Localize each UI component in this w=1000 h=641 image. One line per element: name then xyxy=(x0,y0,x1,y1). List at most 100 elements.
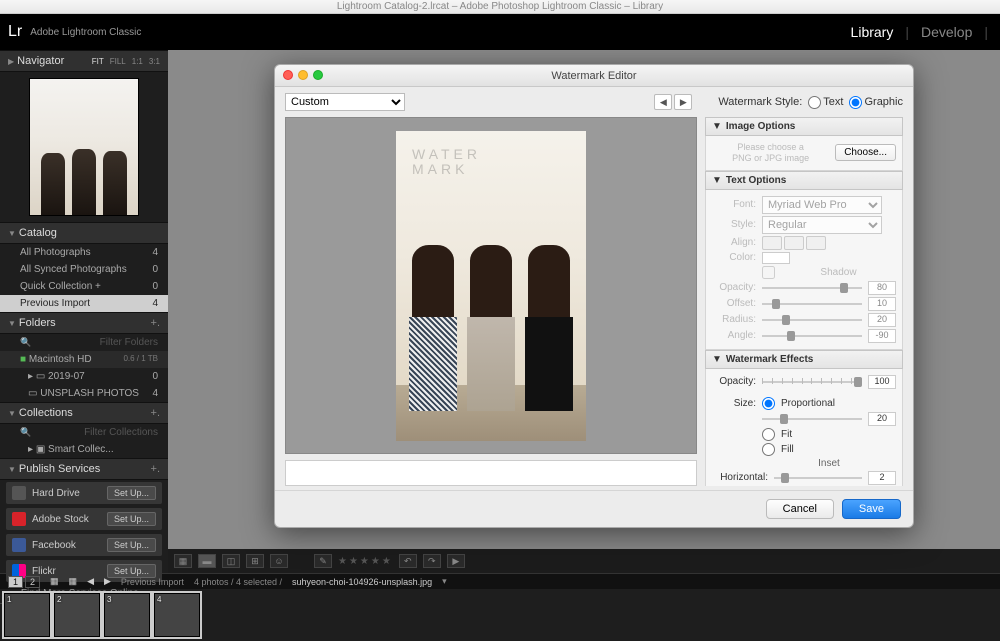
publish-header[interactable]: ▼Publish Services +. xyxy=(0,458,168,480)
shadow-checkbox xyxy=(762,266,775,279)
size-value[interactable]: 20 xyxy=(868,412,896,426)
watermark-preset-select[interactable]: Custom xyxy=(285,93,405,111)
preview-next-button[interactable]: ▶ xyxy=(674,94,692,110)
effects-opacity-slider[interactable] xyxy=(762,377,862,387)
people-view-icon[interactable]: ☺ xyxy=(270,554,288,568)
zoom-window-icon[interactable] xyxy=(313,70,323,80)
publish-setup-button[interactable]: Set Up... xyxy=(107,486,156,500)
dialog-title-bar[interactable]: Watermark Editor xyxy=(275,65,913,87)
close-window-icon[interactable] xyxy=(283,70,293,80)
app-logo-icon: Lr xyxy=(8,23,22,41)
catalog-header[interactable]: ▼Catalog xyxy=(0,222,168,244)
folder-count: 0 xyxy=(152,371,158,382)
zoom-3-1[interactable]: 3:1 xyxy=(149,57,160,66)
save-button[interactable]: Save xyxy=(842,499,901,519)
filmstrip-thumb[interactable]: 2 xyxy=(54,593,100,637)
align-center-icon xyxy=(784,236,804,250)
collection-item[interactable]: ▸ ▣ Smart Collec... xyxy=(0,441,168,458)
add-folder-icon[interactable]: +. xyxy=(151,317,160,329)
publish-setup-button[interactable]: Set Up... xyxy=(107,512,156,526)
disclosure-icon: ▼ xyxy=(712,175,722,186)
size-fill-radio[interactable] xyxy=(762,443,775,456)
style-graphic-radio[interactable]: Graphic xyxy=(849,96,903,109)
text-options-header[interactable]: ▼Text Options xyxy=(705,171,903,190)
minimize-window-icon[interactable] xyxy=(298,70,308,80)
folders-header[interactable]: ▼Folders +. xyxy=(0,312,168,334)
publish-setup-button[interactable]: Set Up... xyxy=(107,538,156,552)
rotate-cw-icon[interactable]: ↷ xyxy=(423,554,441,568)
choose-image-button[interactable]: Choose... xyxy=(835,144,896,161)
catalog-row[interactable]: All Photographs4 xyxy=(0,244,168,261)
navigator-header[interactable]: ▶Navigator FIT FILL 1:1 3:1 xyxy=(0,50,168,72)
adobe-stock-icon xyxy=(12,512,26,526)
style-select: Regular xyxy=(762,216,882,234)
loupe-view-icon[interactable]: ▬ xyxy=(198,554,216,568)
viewer-toolbar: ▦ ▬ ◫ ⊞ ☺ ✎ ★★★★★ ↶ ↷ ▶ xyxy=(168,549,1000,573)
folder-item[interactable]: ▭ UNSPLASH PHOTOS4 xyxy=(0,385,168,402)
add-collection-icon[interactable]: +. xyxy=(151,407,160,419)
zoom-1-1[interactable]: 1:1 xyxy=(132,57,143,66)
size-slider[interactable] xyxy=(762,414,862,424)
publish-service[interactable]: Adobe StockSet Up... xyxy=(6,508,162,530)
next-icon[interactable]: ▶ xyxy=(104,576,111,587)
filmstrip-thumb[interactable]: 1 xyxy=(4,593,50,637)
watermark-effects-title: Watermark Effects xyxy=(726,354,813,365)
compare-view-icon[interactable]: ◫ xyxy=(222,554,240,568)
prev-icon[interactable]: ◀ xyxy=(87,576,94,587)
grid-small-icon[interactable]: ▦ xyxy=(50,576,59,587)
image-options-title: Image Options xyxy=(726,121,795,132)
thumb-index: 4 xyxy=(157,595,161,604)
add-publish-icon[interactable]: +. xyxy=(151,463,160,475)
catalog-row-selected[interactable]: Previous Import4 xyxy=(0,295,168,312)
folders-filter[interactable]: 🔍 Filter Folders xyxy=(0,334,168,351)
hard-drive-icon xyxy=(12,486,26,500)
navigator-title: Navigator xyxy=(17,55,64,67)
filename: suhyeon-choi-104926-unsplash.jpg xyxy=(292,577,432,587)
shadow-label: Shadow xyxy=(781,267,896,278)
image-options-header[interactable]: ▼Image Options xyxy=(705,117,903,136)
watermark-effects-header[interactable]: ▼Watermark Effects xyxy=(705,350,903,369)
navigator-preview[interactable] xyxy=(29,78,139,216)
publish-title: Publish Services xyxy=(19,463,100,475)
volume-row[interactable]: ■ Macintosh HD0.6 / 1 TB xyxy=(0,351,168,368)
cancel-button[interactable]: Cancel xyxy=(766,499,834,519)
collections-filter[interactable]: 🔍 Filter Collections xyxy=(0,424,168,441)
monitor-2[interactable]: 2 xyxy=(25,576,40,588)
breadcrumb[interactable]: Previous Import xyxy=(121,577,184,587)
zoom-fit[interactable]: FIT xyxy=(92,57,104,66)
catalog-row-count: 4 xyxy=(152,247,158,258)
rotate-ccw-icon[interactable]: ↶ xyxy=(399,554,417,568)
publish-service[interactable]: FacebookSet Up... xyxy=(6,534,162,556)
catalog-row-count: 0 xyxy=(152,281,158,292)
preview-prev-button[interactable]: ◀ xyxy=(654,94,672,110)
effects-opacity-value[interactable]: 100 xyxy=(868,375,896,389)
inset-horizontal-value[interactable]: 2 xyxy=(868,471,896,485)
module-separator: | xyxy=(984,24,988,40)
shadow-angle-slider xyxy=(762,331,862,341)
size-label: Size: xyxy=(712,398,756,409)
monitor-1[interactable]: 1 xyxy=(8,576,23,588)
size-fit-radio[interactable] xyxy=(762,428,775,441)
collections-header[interactable]: ▼Collections +. xyxy=(0,402,168,424)
size-proportional-radio[interactable] xyxy=(762,397,775,410)
catalog-row[interactable]: All Synced Photographs0 xyxy=(0,261,168,278)
painter-icon[interactable]: ✎ xyxy=(314,554,332,568)
style-text-radio[interactable]: Text xyxy=(808,96,843,109)
slideshow-icon[interactable]: ▶ xyxy=(447,554,465,568)
grid-view-icon[interactable]: ▦ xyxy=(174,554,192,568)
filmstrip-thumb[interactable]: 4 xyxy=(154,593,200,637)
module-develop[interactable]: Develop xyxy=(921,24,972,40)
survey-view-icon[interactable]: ⊞ xyxy=(246,554,264,568)
inset-horizontal-slider[interactable] xyxy=(774,473,862,483)
folder-item[interactable]: ▸ ▭ 2019-070 xyxy=(0,368,168,385)
volume-status-icon: ■ xyxy=(20,354,29,365)
watermark-text-input[interactable] xyxy=(285,460,697,486)
dropdown-icon[interactable]: ▾ xyxy=(442,576,447,587)
grid-large-icon[interactable]: ▦ xyxy=(69,576,78,587)
catalog-row[interactable]: Quick Collection +0 xyxy=(0,278,168,295)
rating-stars[interactable]: ★★★★★ xyxy=(338,556,393,567)
filmstrip-thumb[interactable]: 3 xyxy=(104,593,150,637)
module-library[interactable]: Library xyxy=(851,24,894,40)
zoom-fill[interactable]: FILL xyxy=(110,57,126,66)
publish-service[interactable]: Hard DriveSet Up... xyxy=(6,482,162,504)
